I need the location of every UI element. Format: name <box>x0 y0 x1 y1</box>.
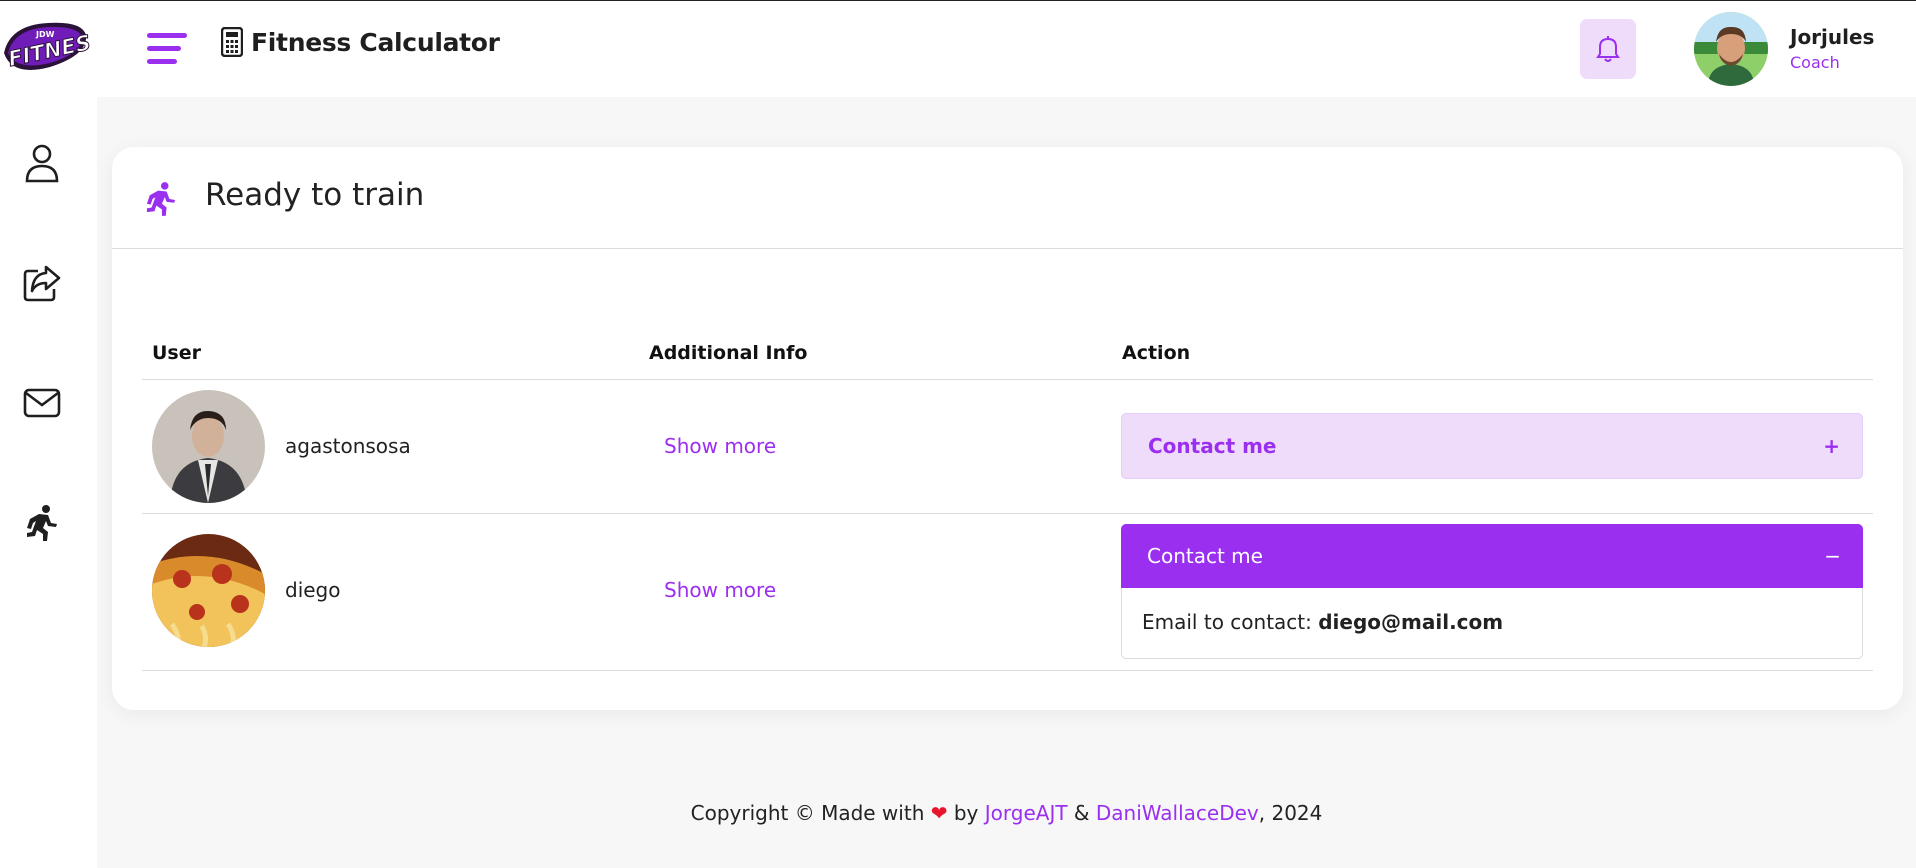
run-icon[interactable] <box>20 501 64 545</box>
collapse-icon: − <box>1824 544 1841 568</box>
user-avatar-agastonsosa <box>152 390 265 503</box>
column-header-user: User <box>152 342 201 364</box>
bell-icon <box>1596 36 1620 62</box>
contact-me-label: Contact me <box>1147 544 1263 568</box>
footer-by: by <box>953 801 979 825</box>
share-icon[interactable] <box>20 261 64 305</box>
user-avatar[interactable] <box>1694 12 1768 86</box>
app-title-wrap: Fitness Calculator <box>221 27 500 57</box>
email-label: Email to contact: <box>1142 610 1312 634</box>
heart-icon: ❤ <box>930 801 948 825</box>
footer-prefix: Copyright © Made with <box>690 801 925 825</box>
user-name-agastonsosa: agastonsosa <box>285 434 411 458</box>
expand-icon: + <box>1823 434 1840 458</box>
user-role: Coach <box>1790 53 1840 72</box>
user-icon[interactable] <box>20 141 64 185</box>
email-value: diego@mail.com <box>1318 610 1504 634</box>
sidebar: JDW FITNESS <box>0 1 107 868</box>
user-avatar-diego <box>152 534 265 647</box>
column-header-action: Action <box>1122 342 1191 364</box>
footer: Copyright © Made with ❤ by JorgeAJT & Da… <box>0 801 1916 825</box>
card-title: Ready to train <box>205 177 425 213</box>
contact-me-button[interactable]: Contact me + <box>1121 413 1863 479</box>
table-divider <box>142 379 1873 380</box>
menu-toggle-button[interactable] <box>147 31 187 67</box>
footer-amp: & <box>1073 801 1090 825</box>
run-icon <box>146 182 176 216</box>
show-more-link[interactable]: Show more <box>664 578 776 602</box>
contact-me-label: Contact me <box>1148 434 1277 458</box>
table-row-divider <box>142 513 1873 514</box>
mail-icon[interactable] <box>20 381 64 425</box>
user-name: Jorjules <box>1790 25 1875 49</box>
card-header: Ready to train <box>112 147 1903 249</box>
notifications-button[interactable] <box>1580 19 1636 79</box>
calculator-icon <box>221 27 243 57</box>
top-header: Fitness Calculator Jorjules Coach <box>97 1 1916 97</box>
ready-to-train-card: Ready to train User Additional Info Acti… <box>112 147 1903 710</box>
app-logo[interactable]: JDW FITNESS <box>0 13 107 79</box>
user-name-diego: diego <box>285 578 341 602</box>
author-link-jorgeajt[interactable]: JorgeAJT <box>985 801 1068 825</box>
author-link-daniwallacedev[interactable]: DaniWallaceDev <box>1096 801 1259 825</box>
footer-year: , 2024 <box>1258 801 1323 825</box>
app-title: Fitness Calculator <box>251 27 500 57</box>
column-header-additional-info: Additional Info <box>649 342 808 364</box>
show-more-link[interactable]: Show more <box>664 434 776 458</box>
table-row-divider <box>142 670 1873 671</box>
contact-me-button[interactable]: Contact me − <box>1121 524 1863 588</box>
contact-details: Email to contact: diego@mail.com <box>1121 588 1863 659</box>
